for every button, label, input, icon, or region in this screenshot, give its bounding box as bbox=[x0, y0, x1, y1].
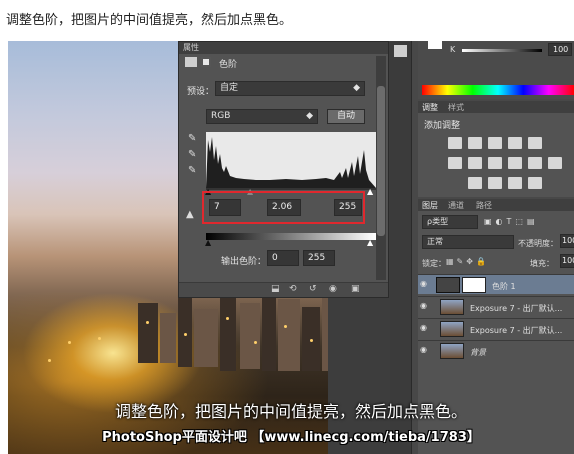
layer-mask-thumb[interactable] bbox=[462, 277, 486, 293]
k-label: K bbox=[450, 45, 456, 54]
output-gradient bbox=[206, 233, 376, 240]
add-adjustment-heading: 添加调整 bbox=[424, 121, 461, 131]
layer-row-exposure-2[interactable]: ◉ Exposure 7 - 出厂默认... bbox=[418, 318, 574, 338]
preset-label: 预设： bbox=[187, 87, 215, 97]
layer-thumb bbox=[440, 343, 464, 359]
eyedropper-black-icon[interactable]: ✎ bbox=[188, 134, 198, 144]
adjustment-thumb-icon bbox=[436, 277, 460, 293]
input-highlight-field[interactable]: 255 bbox=[334, 199, 362, 216]
delete-icon[interactable]: ▣ bbox=[351, 284, 360, 294]
scrollbar-thumb[interactable] bbox=[377, 86, 385, 236]
tab-adjustments[interactable]: 调整 bbox=[422, 102, 438, 113]
layer-thumb bbox=[440, 299, 464, 315]
highlight-slider-handle[interactable]: ▲ bbox=[367, 187, 373, 196]
gradient-map-icon[interactable] bbox=[528, 177, 542, 189]
eye-icon[interactable]: ◉ bbox=[420, 324, 430, 332]
properties-footer: ⬓ ⟲ ↺ ◉ ▣ bbox=[179, 282, 388, 297]
threshold-icon[interactable] bbox=[508, 177, 522, 189]
color-lookup-icon[interactable] bbox=[548, 157, 562, 169]
channel-select[interactable]: RGB ◆ bbox=[206, 109, 318, 124]
layer-name: 背景 bbox=[470, 348, 486, 357]
layer-row-levels[interactable]: ◉ 色阶 1 bbox=[418, 274, 574, 294]
preset-select[interactable]: 自定 ◆ bbox=[215, 81, 365, 96]
photo-filter-icon[interactable] bbox=[508, 157, 522, 169]
opacity-field[interactable]: 100% bbox=[560, 234, 574, 248]
fill-field[interactable]: 100% bbox=[560, 254, 574, 268]
layer-name: 色阶 1 bbox=[492, 282, 516, 291]
levels-adjust-icon[interactable] bbox=[468, 137, 482, 149]
color-panel: K 100 bbox=[418, 41, 574, 99]
color-balance-icon[interactable] bbox=[468, 157, 482, 169]
layer-filter-select[interactable]: ρ类型 bbox=[422, 215, 478, 229]
view-previous-icon[interactable]: ⟲ bbox=[289, 284, 297, 294]
k-slider[interactable] bbox=[462, 49, 542, 52]
panel-icon-strip bbox=[390, 41, 412, 454]
foreground-swatch[interactable] bbox=[428, 41, 442, 49]
vibrance-icon[interactable] bbox=[528, 137, 542, 149]
preset-value: 自定 bbox=[220, 83, 239, 93]
properties-panel: 属性 色阶 预设： 自定 ◆ RGB ◆ 自动 ✎ ✎ ✎ ▲ ▲ ▲ ▲ 7 … bbox=[178, 41, 389, 298]
exposure-icon[interactable] bbox=[508, 137, 522, 149]
histogram bbox=[206, 132, 376, 188]
input-slider-track bbox=[206, 188, 376, 190]
curves-icon[interactable] bbox=[488, 137, 502, 149]
output-levels-label: 输出色阶： bbox=[221, 257, 267, 267]
adjustment-type-label: 色阶 bbox=[219, 60, 238, 70]
blend-mode-select[interactable]: 正常 bbox=[422, 235, 514, 249]
channel-value: RGB bbox=[211, 111, 231, 121]
caption-bottom: 调整色阶，把图片的中间值提亮，然后加点黑色。 bbox=[114, 402, 467, 421]
tab-channels[interactable]: 通道 bbox=[448, 200, 464, 211]
visibility-icon[interactable]: ◉ bbox=[329, 284, 337, 294]
histogram-clip-icon[interactable]: ▲ bbox=[186, 210, 196, 220]
k-value-field[interactable]: 100 bbox=[548, 43, 572, 56]
mask-icon[interactable] bbox=[201, 57, 211, 67]
panel-dock-icon[interactable] bbox=[394, 45, 407, 57]
adjustments-panel: 调整 样式 添加调整 bbox=[418, 101, 574, 197]
tab-layers[interactable]: 图层 bbox=[422, 200, 438, 211]
properties-title: 属性 bbox=[179, 42, 388, 54]
output-white-handle[interactable]: ▲ bbox=[367, 238, 373, 247]
caption-top: 调整色阶，把图片的中间值提亮，然后加点黑色。 bbox=[6, 13, 293, 28]
hue-saturation-icon[interactable] bbox=[448, 157, 462, 169]
opacity-label: 不透明度： bbox=[518, 239, 558, 248]
output-black-field[interactable]: 0 bbox=[267, 250, 299, 266]
invert-icon[interactable] bbox=[468, 177, 482, 189]
reset-icon[interactable]: ↺ bbox=[309, 284, 317, 294]
input-shadow-field[interactable]: 7 bbox=[209, 199, 241, 216]
posterize-icon[interactable] bbox=[488, 177, 502, 189]
black-white-icon[interactable] bbox=[488, 157, 502, 169]
filter-icons[interactable]: ▣◐T⬚▤ bbox=[484, 217, 572, 227]
layer-row-background[interactable]: ◉ 背景 bbox=[418, 340, 574, 360]
eye-icon[interactable]: ◉ bbox=[420, 346, 430, 354]
lock-label: 锁定： bbox=[422, 259, 446, 268]
eye-icon[interactable]: ◉ bbox=[420, 302, 430, 310]
layer-name: Exposure 7 - 出厂默认... bbox=[470, 304, 563, 313]
photoshop-screenshot: 属性 色阶 预设： 自定 ◆ RGB ◆ 自动 ✎ ✎ ✎ ▲ ▲ ▲ ▲ 7 … bbox=[8, 41, 574, 454]
output-black-handle[interactable]: ▲ bbox=[205, 238, 211, 247]
eyedropper-gray-icon[interactable]: ✎ bbox=[188, 150, 198, 160]
tab-paths[interactable]: 路径 bbox=[476, 200, 492, 211]
layer-name: Exposure 7 - 出厂默认... bbox=[470, 326, 563, 335]
chevron-down-icon: ◆ bbox=[353, 83, 360, 93]
input-midtone-field[interactable]: 2.06 bbox=[267, 199, 301, 216]
auto-button[interactable]: 自动 bbox=[327, 109, 365, 124]
brightness-icon[interactable] bbox=[448, 137, 462, 149]
fill-label: 填充： bbox=[530, 259, 554, 268]
eyedropper-white-icon[interactable]: ✎ bbox=[188, 166, 198, 176]
layer-row-exposure-1[interactable]: ◉ Exposure 7 - 出厂默认... bbox=[418, 296, 574, 316]
chevron-down-icon: ◆ bbox=[306, 111, 313, 121]
tab-styles[interactable]: 样式 bbox=[448, 102, 464, 113]
levels-icon bbox=[185, 57, 197, 67]
clip-to-layer-icon[interactable]: ⬓ bbox=[271, 284, 280, 294]
lock-icons[interactable]: ▦✎✥🔒 bbox=[446, 257, 489, 266]
output-white-field[interactable]: 255 bbox=[303, 250, 335, 266]
color-ramp[interactable] bbox=[422, 85, 574, 95]
channel-mixer-icon[interactable] bbox=[528, 157, 542, 169]
properties-scrollbar[interactable] bbox=[376, 56, 386, 280]
watermark: PhotoShop平面设计吧 【www.linecg.com/tieba/178… bbox=[102, 430, 480, 445]
eye-icon[interactable]: ◉ bbox=[420, 280, 430, 288]
layer-thumb bbox=[440, 321, 464, 337]
